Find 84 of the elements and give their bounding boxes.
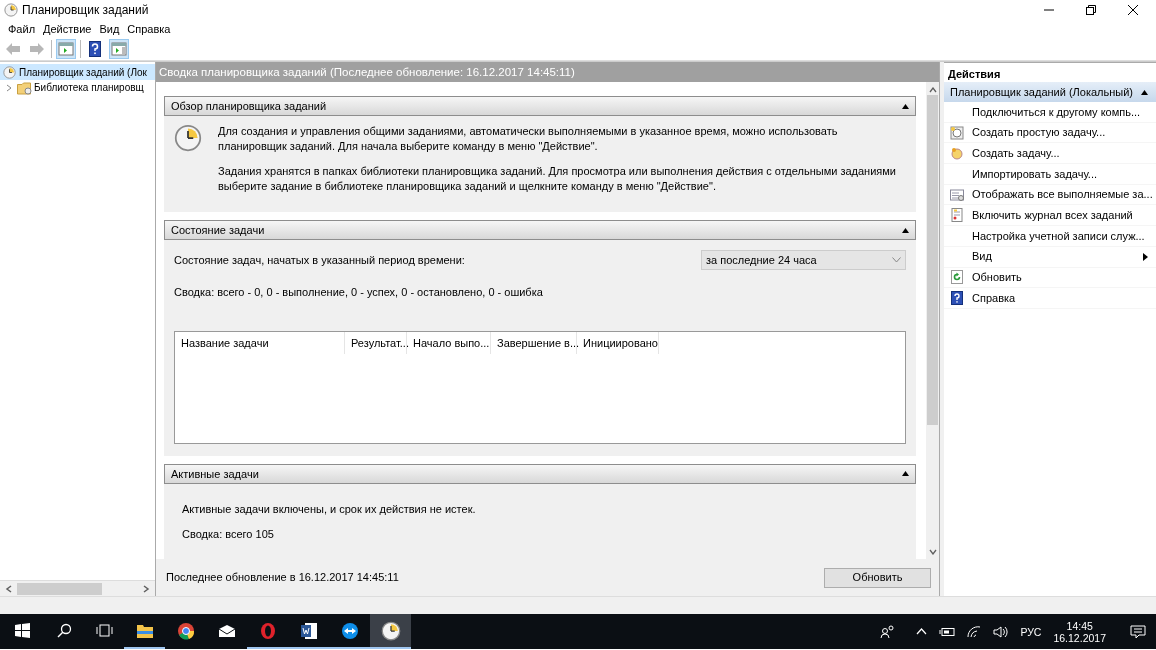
collapse-caret-icon[interactable] xyxy=(902,227,909,233)
pane-icon xyxy=(111,42,127,56)
window-title: Планировщик заданий xyxy=(22,2,149,19)
help-icon xyxy=(950,291,964,306)
list-icon xyxy=(950,187,964,202)
scrollbar-thumb[interactable] xyxy=(17,582,102,595)
task-view-icon xyxy=(95,624,113,637)
taskbar-clock[interactable]: 14:45 16.12.2017 xyxy=(1053,619,1106,644)
refresh-button[interactable]: Обновить xyxy=(824,567,931,588)
collapse-caret-icon[interactable] xyxy=(902,471,909,476)
log-icon xyxy=(950,208,964,223)
action-item[interactable]: Вид xyxy=(944,246,1156,268)
people-icon[interactable] xyxy=(880,624,897,639)
chevron-down-icon xyxy=(892,257,901,263)
pane-header: Сводка планировщика заданий (Последнее обновление: 16.12.2017 14:45:11) xyxy=(156,62,939,82)
action-item[interactable]: Создать простую задачу... xyxy=(944,122,1156,144)
column-header[interactable]: Название задачи xyxy=(175,331,345,354)
collapse-caret-icon[interactable] xyxy=(902,103,909,109)
description-text: Сводка: всего 105 xyxy=(182,526,275,542)
document-icon xyxy=(299,621,318,640)
letter-o-icon xyxy=(259,621,276,640)
volume-icon[interactable] xyxy=(993,625,1009,638)
browser-icon xyxy=(176,621,195,640)
scroll-left-icon[interactable] xyxy=(5,584,13,593)
clock-page-icon xyxy=(950,125,964,140)
action-item[interactable]: Подключиться к другому компь... xyxy=(944,102,1156,123)
clock-icon xyxy=(174,124,202,154)
description-text: Для создания и управления общими заданиями, автоматически выполняемыми в указанное время, можно использовать планировщик заданий. Для начала выберите команду в меню "Действие". xyxy=(218,124,839,154)
forward-arrow-icon xyxy=(29,42,45,56)
tree-item[interactable]: Планировщик заданий (Лок xyxy=(0,64,155,80)
scrollbar-thumb[interactable] xyxy=(927,95,938,425)
scroll-down-icon[interactable] xyxy=(928,549,937,556)
clock-icon xyxy=(950,146,964,161)
folder-icon xyxy=(135,622,154,639)
column-header[interactable]: Завершение в... xyxy=(491,331,577,354)
column-header[interactable]: Результат... xyxy=(345,331,407,354)
description-text: Активные задачи включены, и срок их действия не истек. xyxy=(182,501,477,517)
submenu-arrow-icon xyxy=(1143,252,1148,261)
last-update-text: Последнее обновление в 16.12.2017 14:45:11 xyxy=(166,570,399,586)
arrows-icon xyxy=(340,621,359,640)
menu-item[interactable]: Файл xyxy=(4,20,40,38)
column-header[interactable]: Инициировано xyxy=(577,331,659,354)
windows-logo-icon xyxy=(14,623,30,638)
period-dropdown[interactable]: за последние 24 часа xyxy=(701,250,906,270)
refresh-icon xyxy=(950,270,964,285)
wifi-icon[interactable] xyxy=(967,625,982,638)
column-header[interactable]: Начало выпо... xyxy=(407,331,491,354)
period-label: Состояние задач, начатых в указанный период времени: xyxy=(174,252,465,268)
scroll-right-icon[interactable] xyxy=(142,584,150,593)
menu-item[interactable]: Действие xyxy=(39,20,96,38)
folder-clock-icon xyxy=(17,81,32,95)
action-item[interactable]: Настройка учетной записи служ... xyxy=(944,226,1156,247)
taskbar-app-button[interactable] xyxy=(370,614,411,649)
app-icon xyxy=(4,3,18,17)
collapse-caret-icon[interactable] xyxy=(1141,89,1148,95)
action-item[interactable]: Создать задачу... xyxy=(944,143,1156,165)
search-icon xyxy=(56,623,72,638)
tray-chevron-icon[interactable] xyxy=(916,628,928,635)
description-text: Задания хранятся в папках библиотеки планировщика заданий. Для просмотра или выполнения действия с отдельными заданиями выберите задание в библиотеке планировщика заданий и щелкните команду в меню "Действие". xyxy=(218,164,897,194)
clock-icon xyxy=(3,65,16,79)
menu-item[interactable]: Справка xyxy=(123,20,175,38)
section-title: Активные задачи xyxy=(171,466,259,482)
back-arrow-icon xyxy=(5,42,21,56)
action-item[interactable]: Отображать все выполняемые за... xyxy=(944,184,1156,206)
close-icon[interactable] xyxy=(1128,5,1138,15)
battery-icon[interactable] xyxy=(939,626,956,637)
clock-icon xyxy=(380,620,401,641)
action-item[interactable]: Импортировать задачу... xyxy=(944,164,1156,185)
help-icon xyxy=(89,41,101,57)
language-indicator[interactable]: РУС xyxy=(1020,625,1042,638)
scroll-up-icon[interactable] xyxy=(928,87,937,93)
menu-item[interactable]: Вид xyxy=(95,20,124,38)
section-title: Обзор планировщика заданий xyxy=(171,99,327,114)
action-group-header[interactable]: Планировщик заданий (Локальный) xyxy=(944,82,1156,102)
section-title: Состояние задачи xyxy=(171,223,265,238)
tree-item[interactable]: Библиотека планировщ xyxy=(34,80,144,96)
envelope-icon xyxy=(217,623,236,638)
maximize-icon[interactable] xyxy=(1086,5,1096,15)
action-item[interactable]: Обновить xyxy=(944,267,1156,289)
pane-icon xyxy=(58,42,74,56)
action-item[interactable]: Справка xyxy=(944,288,1156,309)
action-item[interactable]: Включить журнал всех заданий xyxy=(944,205,1156,227)
summary-text: Сводка: всего - 0, 0 - выполнение, 0 - успех, 0 - остановлено, 0 - ошибка xyxy=(174,285,544,300)
notification-icon[interactable] xyxy=(1130,624,1146,639)
